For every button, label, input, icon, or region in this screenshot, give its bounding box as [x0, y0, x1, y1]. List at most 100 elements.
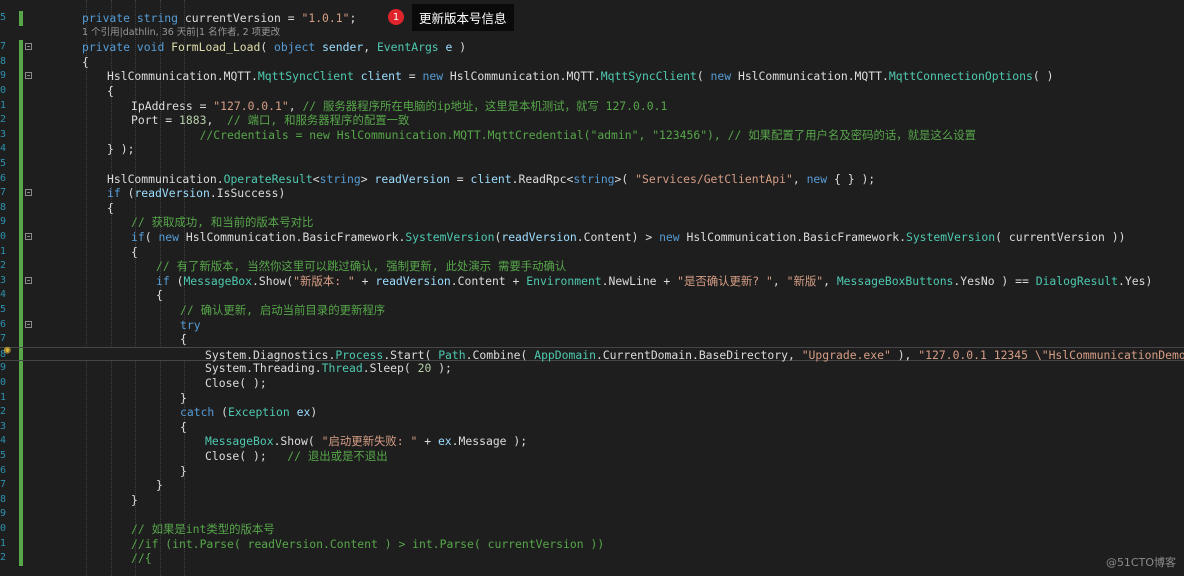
- code-text[interactable]: {: [131, 245, 138, 260]
- code-text[interactable]: MessageBox.Show( "启动更新失败: " + ex.Message…: [205, 434, 527, 449]
- collapse-toggle-icon[interactable]: [25, 43, 32, 51]
- code-line[interactable]: 6}: [0, 463, 1184, 479]
- code-token: private: [82, 40, 137, 55]
- code-token: MqttConnectionOptions: [888, 69, 1033, 84]
- code-line[interactable]: 4 MessageBox.Show( "启动更新失败: " + ex.Messag…: [0, 434, 1184, 449]
- code-text[interactable]: // 如果是int类型的版本号: [131, 522, 275, 537]
- code-text[interactable]: // 确认更新, 启动当前目录的更新程序: [180, 303, 385, 318]
- code-text[interactable]: {: [82, 55, 89, 70]
- code-token: (: [696, 69, 711, 84]
- code-token: { } );: [827, 171, 876, 186]
- code-text[interactable]: //{: [131, 551, 152, 566]
- code-line[interactable]: 3 //Credentials = new HslCommunication.M…: [0, 127, 1184, 143]
- code-line[interactable]: 8}: [0, 492, 1184, 508]
- code-token: HslCommunication.: [107, 171, 224, 186]
- lightbulb-icon[interactable]: ◉: [4, 343, 14, 357]
- code-text[interactable]: private string currentVersion = "1.0.1";: [82, 11, 356, 26]
- code-text[interactable]: }: [156, 478, 163, 493]
- change-marker: [19, 244, 23, 260]
- code-line[interactable]: 2 Port = 1883, // 端口, 和服务器程序的配置一致: [0, 113, 1184, 128]
- code-text[interactable]: //if (int.Parse( readVersion.Content ) >…: [131, 537, 604, 552]
- code-text[interactable]: System.Threading.Thread.Sleep( 20 );: [205, 361, 452, 376]
- code-line[interactable]: 7 private void FormLoad_Load( object send…: [0, 40, 1184, 55]
- code-line[interactable]: 8{: [0, 200, 1184, 216]
- code-token: +: [354, 273, 376, 288]
- code-text[interactable]: if (readVersion.IsSuccess): [107, 186, 285, 201]
- code-line[interactable]: 5 // 确认更新, 启动当前目录的更新程序: [0, 303, 1184, 318]
- code-line[interactable]: 8{: [0, 54, 1184, 70]
- code-text[interactable]: try: [180, 318, 201, 333]
- code-text[interactable]: {: [180, 420, 187, 435]
- code-line[interactable]: 7 if (readVersion.IsSuccess): [0, 186, 1184, 201]
- code-line[interactable]: 7{: [0, 332, 1184, 347]
- code-text[interactable]: Close( );: [205, 376, 267, 391]
- code-line[interactable]: 9 System.Threading.Thread.Sleep( 20 );: [0, 361, 1184, 376]
- code-line[interactable]: 2 catch (Exception ex): [0, 405, 1184, 420]
- code-line[interactable]: 1 个引用|dathlin, 36 天前|1 名作者, 2 项更改: [0, 26, 1184, 41]
- code-line[interactable]: 5 Close( ); // 退出或是不退出: [0, 449, 1184, 464]
- code-line[interactable]: 7}: [0, 478, 1184, 493]
- code-text[interactable]: catch (Exception ex): [180, 405, 317, 420]
- code-text[interactable]: {: [107, 201, 114, 216]
- code-line[interactable]: 6 try: [0, 317, 1184, 333]
- code-line[interactable]: 2 //{: [0, 551, 1184, 566]
- code-text[interactable]: if (MessageBox.Show("新版本: " + readVersio…: [156, 274, 1152, 289]
- code-text[interactable]: // 获取成功, 和当前的版本号对比: [131, 215, 313, 230]
- code-line[interactable]: 9 // 获取成功, 和当前的版本号对比: [0, 215, 1184, 230]
- code-token: Thread: [321, 361, 363, 376]
- line-number: 4: [0, 143, 7, 155]
- code-line[interactable]: 6 HslCommunication.OperateResult<string> …: [0, 171, 1184, 187]
- code-line[interactable]: 1 IpAddress = "127.0.0.1", // 服务器程序所在电脑的i…: [0, 98, 1184, 114]
- code-text[interactable]: Port = 1883, // 端口, 和服务器程序的配置一致: [131, 113, 409, 128]
- code-line[interactable]: 4{: [0, 288, 1184, 303]
- code-line[interactable]: 8 System.Diagnostics.Process.Start( Path.…: [0, 346, 1184, 363]
- code-line[interactable]: 5 private string currentVersion = "1.0.1"…: [0, 11, 1184, 26]
- collapse-toggle-icon[interactable]: [25, 189, 32, 197]
- code-token: MqttSyncClient: [257, 69, 361, 84]
- code-text[interactable]: // 有了新版本, 当然你这里可以跳过确认, 强制更新, 此处演示 需要手动确认: [156, 259, 566, 274]
- code-text[interactable]: }: [180, 391, 187, 406]
- code-text[interactable]: HslCommunication.MQTT.MqttSyncClient cli…: [107, 69, 1053, 84]
- code-text[interactable]: Close( ); // 退出或是不退出: [205, 449, 388, 464]
- change-marker: [19, 26, 23, 41]
- code-text[interactable]: IpAddress = "127.0.0.1", // 服务器程序所在电脑的ip…: [131, 99, 667, 114]
- code-line[interactable]: 0 if( new HslCommunication.BasicFramework…: [0, 230, 1184, 245]
- code-line[interactable]: 9 HslCommunication.MQTT.MqttSyncClient cl…: [0, 69, 1184, 84]
- code-line[interactable]: 5: [0, 157, 1184, 172]
- code-line[interactable]: 1}: [0, 390, 1184, 406]
- code-line[interactable]: 9: [0, 507, 1184, 522]
- code-line[interactable]: 3{: [0, 419, 1184, 435]
- code-line[interactable]: 0 // 如果是int类型的版本号: [0, 522, 1184, 537]
- line-number: 4: [0, 289, 7, 301]
- code-token: // 有了新版本, 当然你这里可以跳过确认, 强制更新, 此处演示 需要手动确认: [156, 259, 567, 274]
- code-editor[interactable]: 5 private string currentVersion = "1.0.1"…: [0, 0, 1184, 576]
- code-text[interactable]: HslCommunication.OperateResult<string> r…: [107, 172, 875, 187]
- line-number: 3: [0, 420, 7, 432]
- code-token: ,: [823, 273, 837, 288]
- code-line[interactable]: 1{: [0, 244, 1184, 260]
- code-line[interactable]: 2 // 有了新版本, 当然你这里可以跳过确认, 强制更新, 此处演示 需要手动确…: [0, 259, 1184, 274]
- collapse-toggle-icon[interactable]: [25, 233, 32, 240]
- code-line[interactable]: 1 //if (int.Parse( readVersion.Content ) …: [0, 536, 1184, 552]
- code-text[interactable]: {: [107, 84, 114, 99]
- code-text[interactable]: System.Diagnostics.Process.Start( Path.C…: [205, 348, 1184, 363]
- code-text[interactable]: //Credentials = new HslCommunication.MQT…: [131, 128, 976, 143]
- code-token: =: [401, 69, 423, 84]
- collapse-toggle-icon[interactable]: [25, 276, 32, 284]
- collapse-toggle-icon[interactable]: [25, 72, 32, 80]
- code-text[interactable]: }: [180, 464, 187, 479]
- code-line[interactable]: 3 if (MessageBox.Show("新版本: " + readVersi…: [0, 273, 1184, 289]
- change-marker: [19, 434, 23, 449]
- code-line[interactable]: 0{: [0, 84, 1184, 99]
- code-text[interactable]: }: [131, 493, 138, 508]
- code-text[interactable]: } );: [107, 142, 134, 157]
- code-text[interactable]: {: [180, 332, 187, 347]
- codelens-info[interactable]: 1 个引用|dathlin, 36 天前|1 名作者, 2 项更改: [82, 26, 280, 41]
- code-line[interactable]: 4 } );: [0, 142, 1184, 157]
- code-text[interactable]: {: [156, 288, 163, 303]
- collapse-toggle-icon[interactable]: [25, 320, 32, 328]
- code-line[interactable]: 0 Close( );: [0, 376, 1184, 391]
- code-token: "新版": [786, 273, 824, 288]
- code-text[interactable]: if( new HslCommunication.BasicFramework.…: [131, 230, 1125, 245]
- code-text[interactable]: private void FormLoad_Load( object sende…: [82, 40, 466, 55]
